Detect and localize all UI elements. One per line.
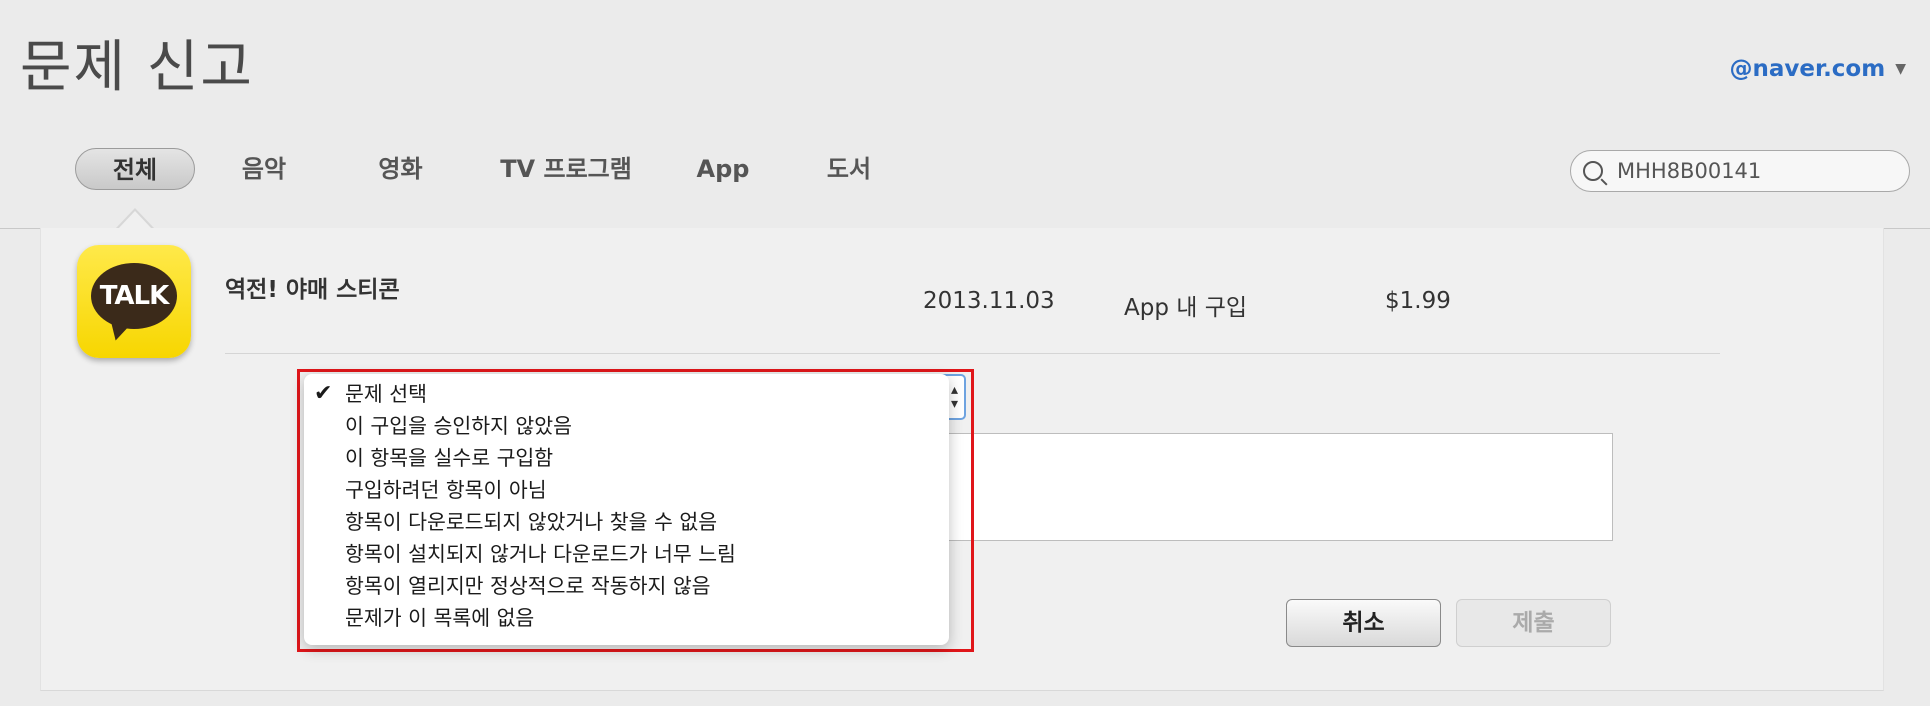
dropdown-option[interactable]: 문제가 이 목록에 없음 [304,602,949,634]
dropdown-option[interactable]: 이 항목을 실수로 구입함 [304,442,949,474]
tab-books[interactable]: 도서 [790,148,908,190]
tab-music[interactable]: 음악 [203,148,325,190]
submit-button[interactable]: 제출 [1456,599,1611,647]
dropdown-option[interactable]: 이 구입을 승인하지 않았음 [304,410,949,442]
purchase-price: $1.99 [1385,288,1451,314]
problem-dropdown-menu: ✔ 문제 선택 이 구입을 승인하지 않았음 이 항목을 실수로 구입함 구입하… [304,374,949,645]
search-field[interactable] [1570,150,1910,192]
tab-app[interactable]: App [664,148,782,190]
account-menu[interactable]: @naver.com ▼ [1730,56,1906,82]
speech-bubble-tail [107,319,133,343]
dropdown-option[interactable]: 구입하려던 항목이 아님 [304,474,949,506]
cancel-button[interactable]: 취소 [1286,599,1441,647]
account-email[interactable]: @naver.com [1730,56,1886,82]
chevron-down-icon[interactable]: ▼ [1895,61,1906,77]
dropdown-option-select-problem[interactable]: ✔ 문제 선택 [304,378,949,410]
tab-tv-shows[interactable]: TV 프로그램 [476,148,656,190]
item-name: 역전! 야매 스티콘 [225,277,400,303]
purchase-date: 2013.11.03 [923,288,1055,314]
purchase-type: App 내 구입 [1124,295,1248,321]
comment-textarea[interactable] [930,433,1613,541]
category-tabs: 전체 음악 영화 TV 프로그램 App 도서 [75,148,916,190]
dropdown-option[interactable]: 항목이 다운로드되지 않았거나 찾을 수 없음 [304,506,949,538]
page-title: 문제 신고 [20,35,254,100]
checkmark-icon: ✔ [314,381,333,406]
search-input[interactable] [1615,158,1889,184]
tab-movies[interactable]: 영화 [333,148,468,190]
app-icon: TALK [77,245,191,358]
active-tab-pointer-fill [118,211,152,229]
talk-logo-icon: TALK [91,263,177,329]
dropdown-option[interactable]: 항목이 설치되지 않거나 다운로드가 너무 느림 [304,538,949,570]
tab-all[interactable]: 전체 [75,148,195,190]
dropdown-option[interactable]: 항목이 열리지만 정상적으로 작동하지 않음 [304,570,949,602]
dropdown-option-label: 문제 선택 [345,382,427,406]
search-icon [1583,161,1603,181]
row-divider [225,353,1720,354]
